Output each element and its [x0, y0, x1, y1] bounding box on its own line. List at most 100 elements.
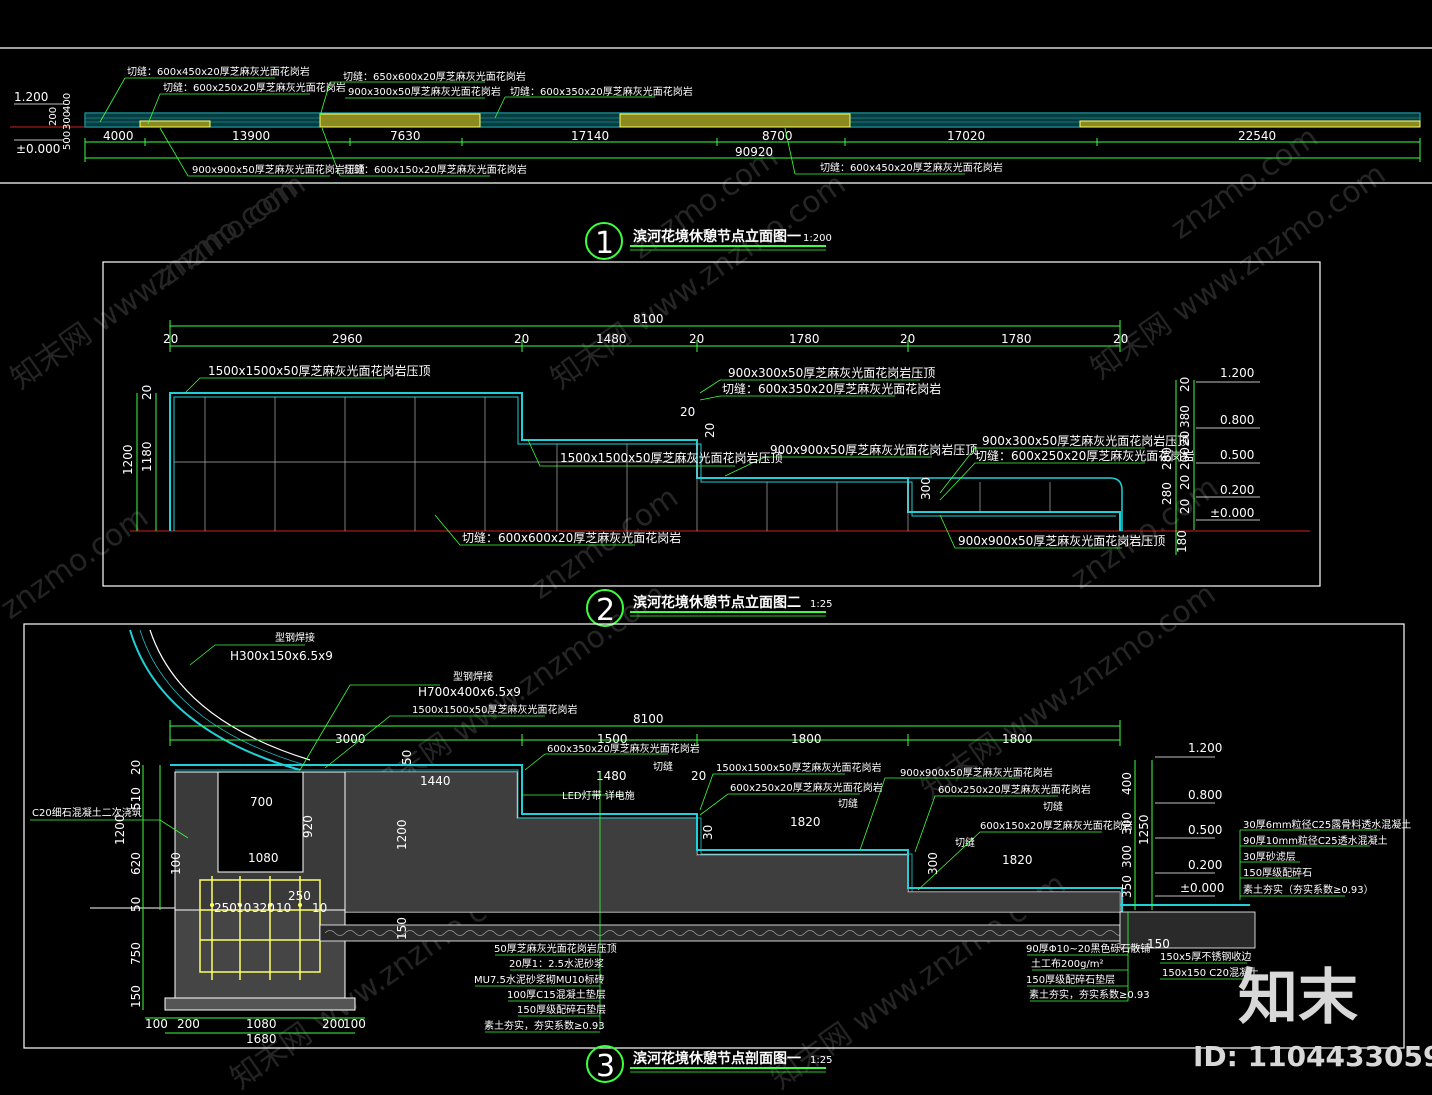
d3-note: 1500x1500x50厚芝麻灰光面花岗岩: [716, 761, 881, 774]
d3-footing-dim: 100: [145, 1017, 168, 1031]
d3-misc-dim: 920: [301, 815, 315, 838]
d3-layer: 素土夯实，夯实系数≥0.93: [484, 1019, 605, 1032]
d3-right-vdim: 300: [1120, 845, 1134, 868]
d3-note: H300x150x6.5x9: [230, 649, 333, 663]
d2-top-dim: 20: [514, 332, 529, 346]
d3-misc-dim: 20: [691, 769, 706, 783]
d2-note: 切缝：600x600x20厚芝麻灰光面花岗岩: [462, 530, 681, 545]
d1-title-number: 1: [595, 226, 614, 261]
d1-vdim: 300: [62, 111, 73, 130]
d3-level: 0.200: [1188, 858, 1222, 872]
d3-right-vdim: 400: [1120, 772, 1134, 795]
d3-total: 8100: [633, 712, 664, 726]
d1-segment: 17140: [571, 129, 609, 143]
d2-left-dim: 1180: [140, 441, 154, 472]
d1-note: 切缝：600x450x20厚芝麻灰光面花岗岩: [127, 65, 310, 78]
d1-vdim: 500: [62, 131, 73, 150]
d3-left-vdim: 750: [129, 942, 143, 965]
d3-footing-dim: 200: [177, 1017, 200, 1031]
d3-note: 1500x1500x50厚芝麻灰光面花岗岩: [412, 703, 577, 716]
d2-top-dim: 1780: [1001, 332, 1032, 346]
d3-pave: 素土夯实（夯实系数≥0.93）: [1243, 883, 1374, 896]
d3-misc-dim: 50: [400, 750, 414, 765]
d2-note: 900x900x50厚芝麻灰光面花岗岩压顶: [770, 442, 977, 457]
d3-level: 0.800: [1188, 788, 1222, 802]
d3-inner-dim: 700: [250, 795, 273, 809]
d3-pave: 150厚级配碎石: [1243, 866, 1312, 879]
d3-layer: 100厚C15混凝土垫层: [507, 988, 606, 1001]
d2-note: 1500x1500x50厚芝麻灰光面花岗岩压顶: [208, 363, 431, 378]
d1-total: 90920: [735, 145, 773, 159]
d2-level: 0.800: [1220, 413, 1254, 427]
d2-right-dim: 20: [1178, 499, 1192, 514]
brand-logo: 知末: [1238, 963, 1358, 1033]
brand-id: ID: 1104433059: [1193, 1040, 1432, 1073]
d3-top-dim: 1800: [791, 732, 822, 746]
d3-layer: 20厚1：2.5水泥砂浆: [509, 957, 604, 970]
d2-note: 切缝：600x350x20厚芝麻灰光面花岗岩: [722, 381, 941, 396]
d2-right-dim: 20: [1178, 431, 1192, 446]
watermark: 知末网 www.znzmo.com: [5, 167, 313, 397]
d2-title-number: 2: [596, 593, 615, 628]
d2-mid-dim: 300: [919, 477, 933, 500]
watermark: znzmo.com: [0, 500, 155, 627]
d3-note: 切缝: [955, 836, 975, 849]
d3-title-number: 3: [596, 1049, 615, 1084]
d3-title: 滨河花境休憩节点剖面图一: [633, 1050, 801, 1067]
d1-note: 切缝：600x350x20厚芝麻灰光面花岗岩: [510, 85, 693, 98]
d3-layer: MU7.5水泥砂浆砌MU10标砖: [474, 973, 605, 986]
d3-left-vdim: 620: [129, 852, 143, 875]
d3-gravel: 素土夯实，夯实系数≥0.93: [1029, 988, 1150, 1001]
d3-inner-dim: 10: [276, 901, 291, 915]
d1-vdim: 400: [62, 93, 73, 112]
d3-note: 切缝: [653, 760, 673, 773]
d2-mid-dim: 20: [680, 405, 695, 419]
d1-note: 切缝：650x600x20厚芝麻灰光面花岗岩: [343, 70, 526, 83]
d3-left-vdim: 20: [129, 760, 143, 775]
d3-pave: 90厚10mm粒径C25透水混凝土: [1243, 834, 1388, 847]
d2-left-dim: 1200: [121, 444, 135, 475]
d2-level: 1.200: [1220, 366, 1254, 380]
d2-right-dim: 200: [1178, 447, 1192, 470]
d1-note: 切缝：600x450x20厚芝麻灰光面花岗岩: [820, 161, 1003, 174]
d3-misc-dim: 300: [926, 852, 940, 875]
d1-level-top: 1.200: [14, 90, 48, 104]
d1-note: 900x900x50厚芝麻灰光面花岗岩压顶: [192, 163, 365, 176]
d2-top-dim: 20: [689, 332, 704, 346]
d3-level: ±0.000: [1180, 881, 1224, 895]
d3-note: 600x250x20厚芝麻灰光面花岗岩: [730, 781, 883, 794]
d2-level: 0.500: [1220, 448, 1254, 462]
d3-misc-dim: 30: [701, 825, 715, 840]
d3-note: 型钢焊接: [275, 631, 315, 644]
d3-sub-dim: 1820: [790, 815, 821, 829]
d3-level: 0.500: [1188, 823, 1222, 837]
d2-scale: 1:25: [810, 599, 832, 610]
d3-note: 切缝: [1043, 800, 1063, 813]
d1-level-zero: ±0.000: [16, 142, 60, 156]
d3-footing-dim: 1080: [246, 1017, 277, 1031]
d3-left-vdim: 1200: [113, 814, 127, 845]
d2-top-dim: 20: [1113, 332, 1128, 346]
d3-sub-dim: 1820: [1002, 853, 1033, 867]
d3-pave: 30厚6mm粒径C25露骨料透水混凝土: [1243, 818, 1411, 831]
d3-inner-dim: 10: [312, 901, 327, 915]
d2-top-dim: 2960: [332, 332, 363, 346]
d2-total: 8100: [633, 312, 664, 326]
d1-segment: 22540: [1238, 129, 1276, 143]
d1-scale: 1:200: [803, 233, 832, 244]
d3-footing-dim: 200: [322, 1017, 345, 1031]
d3-pave: 30厚砂滤层: [1243, 850, 1296, 863]
d2-note: 900x900x50厚芝麻灰光面花岗岩压顶: [958, 533, 1165, 548]
d3-note: 600x250x20厚芝麻灰光面花岗岩: [938, 783, 1091, 796]
d3-left-vdim: 50: [129, 897, 143, 912]
d1-note: 900x300x50厚芝麻灰光面花岗岩: [348, 85, 501, 98]
d1-segment: 13900: [232, 129, 270, 143]
d2-top-dim: 20: [900, 332, 915, 346]
d1-vdim: 200: [48, 107, 59, 126]
d3-misc-dim: 100: [169, 852, 183, 875]
d3-edge: 150x5厚不锈钢收边: [1160, 950, 1251, 963]
d2-mid-dim: 20: [703, 423, 717, 438]
d3-footing-dim: 100: [343, 1017, 366, 1031]
d2-note: 900x300x50厚芝麻灰光面花岗岩压顶: [982, 433, 1189, 448]
d3-misc-dim: 150: [395, 917, 409, 940]
